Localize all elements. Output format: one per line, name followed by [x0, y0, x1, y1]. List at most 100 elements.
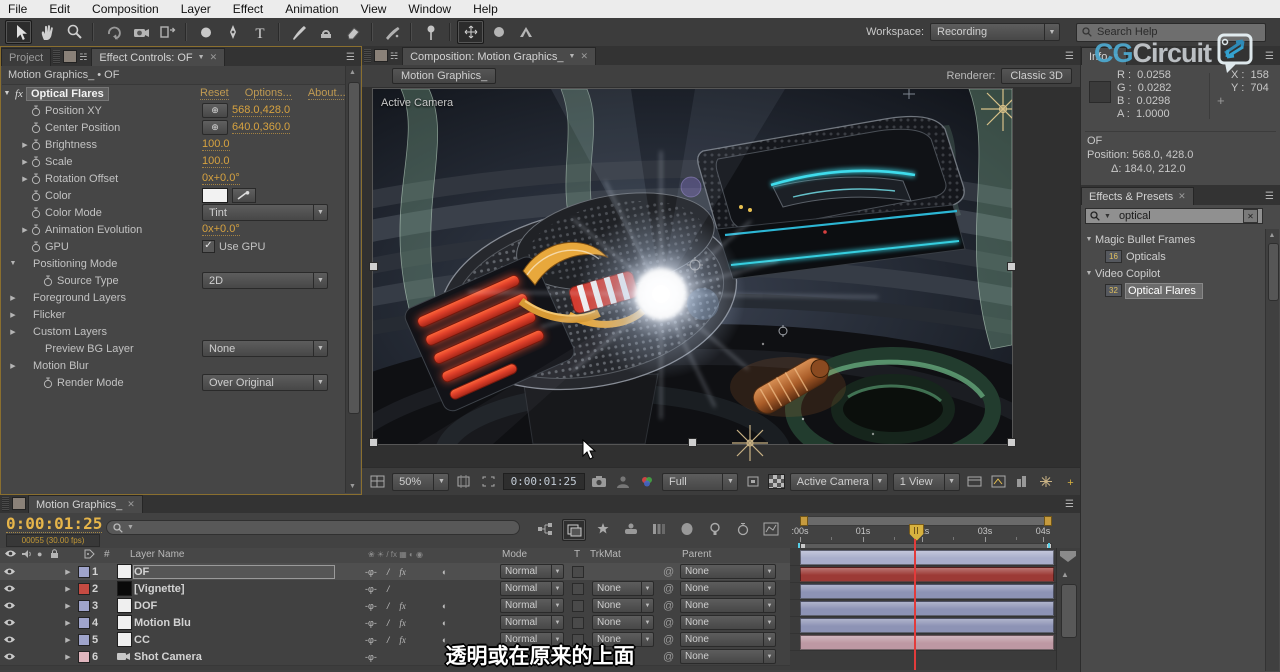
expand-icon[interactable]: ▼	[8, 260, 18, 267]
stopwatch-icon[interactable]	[31, 173, 41, 185]
take-snapshot-button[interactable]	[590, 473, 609, 490]
video-column-icon[interactable]	[4, 549, 17, 558]
comp-breadcrumb-button[interactable]: Motion Graphics_	[392, 68, 496, 84]
layer-label-swatch[interactable]	[76, 566, 92, 578]
stopwatch-icon[interactable]	[43, 377, 53, 389]
adjust-exposure-button[interactable]: +	[1061, 473, 1080, 490]
label-column-icon[interactable]	[84, 549, 95, 559]
quality-switch[interactable]: /	[387, 618, 390, 628]
camera-tool[interactable]	[127, 21, 152, 43]
layer-visibility-toggle[interactable]	[0, 618, 18, 627]
composition-mini-flowchart-button[interactable]	[534, 519, 556, 539]
layer-name[interactable]: Motion Blu	[134, 617, 334, 629]
layer-row-dof[interactable]: ▶3DOF-φ-/fx◐Normal▼None▼@None▼	[0, 597, 790, 615]
pan-behind-tool[interactable]	[154, 21, 179, 43]
time-ruler[interactable]: :00s01s02s03s04s	[790, 513, 1057, 548]
world-axis-button[interactable]	[486, 21, 511, 43]
layer-duration-bar[interactable]	[800, 584, 1054, 599]
timeline-search-input[interactable]: ▼	[106, 520, 520, 535]
shy-switch[interactable]: -φ-	[365, 567, 377, 577]
layer-handle[interactable]	[369, 438, 378, 447]
layer-label-swatch[interactable]	[76, 617, 92, 629]
menu-window[interactable]: Window	[408, 2, 451, 16]
effect-header-row[interactable]: ▼fxOptical FlaresResetOptions...About...	[2, 85, 346, 102]
property-value[interactable]: 100.0	[202, 138, 230, 151]
parent-pickwhip-icon[interactable]: @	[663, 617, 674, 629]
solo-column-icon[interactable]: ●	[37, 549, 42, 560]
stopwatch-icon[interactable]	[31, 224, 41, 236]
layer-row-vignette[interactable]: ▶2[Vignette]-φ-/Normal▼None▼@None▼	[0, 580, 790, 598]
layer-duration-bar[interactable]	[800, 550, 1054, 565]
stopwatch-icon[interactable]	[31, 241, 41, 253]
mode-column-label[interactable]: Mode	[502, 549, 527, 560]
hand-tool[interactable]	[34, 21, 59, 43]
preserve-transparency-toggle[interactable]	[572, 617, 584, 629]
fx-switch[interactable]: fx	[399, 601, 406, 611]
show-snapshot-button[interactable]	[614, 473, 633, 490]
layer-row-motion-blu[interactable]: ▶4Motion Blu-φ-/fx◐Normal▼None▼@None▼	[0, 614, 790, 632]
trkmat-dropdown[interactable]: None▼	[592, 598, 654, 613]
checkbox[interactable]: ✓	[202, 240, 215, 253]
property-value[interactable]: 0x+0.0°	[202, 172, 240, 185]
reset-exposure-button[interactable]	[1037, 473, 1056, 490]
layer-expand-icon[interactable]: ▶	[60, 585, 76, 593]
resolution-dropdown[interactable]: Full▼	[662, 473, 738, 491]
quality-switch[interactable]: /	[387, 601, 390, 611]
puppet-pin-tool[interactable]	[418, 21, 443, 43]
color-swatch[interactable]	[202, 188, 228, 203]
adjustment-layer-switch[interactable]: ◐	[442, 618, 447, 628]
layer-visibility-toggle[interactable]	[0, 584, 18, 593]
layer-handle[interactable]	[688, 438, 697, 447]
property-value[interactable]: 640.0,360.0	[232, 121, 290, 134]
expand-icon[interactable]: ▶	[20, 141, 30, 149]
layer-expand-icon[interactable]: ▶	[60, 602, 76, 610]
shape-tool[interactable]	[193, 21, 218, 43]
panel-menu-icon[interactable]: ☰	[1265, 51, 1275, 62]
layer-expand-icon[interactable]: ▶	[60, 568, 76, 576]
expand-icon[interactable]: ▶	[8, 311, 18, 319]
workspace-dropdown[interactable]: Recording▼	[930, 23, 1060, 41]
layer-label-swatch[interactable]	[76, 583, 92, 595]
timeline-timecode[interactable]: 0:00:01:25	[6, 515, 102, 533]
close-icon[interactable]: ✕	[580, 51, 588, 62]
region-of-interest-button[interactable]	[478, 473, 497, 490]
close-icon[interactable]: ✕	[210, 52, 218, 63]
expand-icon[interactable]: ▶	[8, 328, 18, 336]
ep-group-magic-bullet-frames[interactable]: ▼Magic Bullet Frames	[1083, 231, 1266, 248]
time-navigator[interactable]	[800, 516, 1052, 526]
layer-handle[interactable]	[1007, 262, 1016, 271]
draft-3d-button[interactable]	[562, 519, 586, 541]
always-preview-button[interactable]	[368, 473, 387, 490]
renderer-button[interactable]: Classic 3D	[1001, 68, 1072, 84]
stopwatch-icon[interactable]	[31, 139, 41, 151]
scroll-up-icon[interactable]: ▲	[346, 66, 359, 79]
blend-mode-dropdown[interactable]: Normal▼	[500, 564, 564, 579]
parent-dropdown[interactable]: None▼	[680, 598, 776, 613]
close-icon[interactable]: ✕	[1178, 191, 1186, 202]
property-value[interactable]: 100.0	[202, 155, 230, 168]
timeline-button[interactable]	[965, 473, 984, 490]
stopwatch-icon[interactable]	[31, 105, 41, 117]
property-dropdown[interactable]: 2D▼	[202, 272, 328, 289]
menu-view[interactable]: View	[361, 2, 387, 16]
layer-name[interactable]: OF	[134, 566, 334, 578]
expand-icon[interactable]: ▶	[20, 226, 30, 234]
panel-menu-icon[interactable]: ☰	[346, 52, 356, 63]
safe-margins-button[interactable]	[454, 473, 473, 490]
scroll-up-icon[interactable]: ▲	[1061, 570, 1069, 579]
menu-effect[interactable]: Effect	[233, 2, 263, 16]
panel-menu-icon[interactable]: ☰	[1065, 499, 1075, 510]
frame-blending-button[interactable]	[620, 519, 642, 539]
target-region-button[interactable]	[743, 473, 762, 490]
menu-edit[interactable]: Edit	[49, 2, 70, 16]
effects-presets-scrollbar[interactable]: ▲	[1265, 229, 1279, 671]
eraser-tool[interactable]	[340, 21, 365, 43]
effect-name[interactable]: Optical Flares	[26, 87, 109, 101]
brainstorm-button[interactable]	[704, 519, 726, 539]
layer-visibility-toggle[interactable]	[0, 567, 18, 576]
layer-name[interactable]: [Vignette]	[134, 583, 334, 595]
view-layout-dropdown[interactable]: 1 View▼	[893, 473, 960, 491]
preserve-transparency-toggle[interactable]	[572, 600, 584, 612]
tab-project[interactable]: Project	[1, 48, 51, 66]
trkmat-dropdown[interactable]: None▼	[592, 581, 654, 596]
